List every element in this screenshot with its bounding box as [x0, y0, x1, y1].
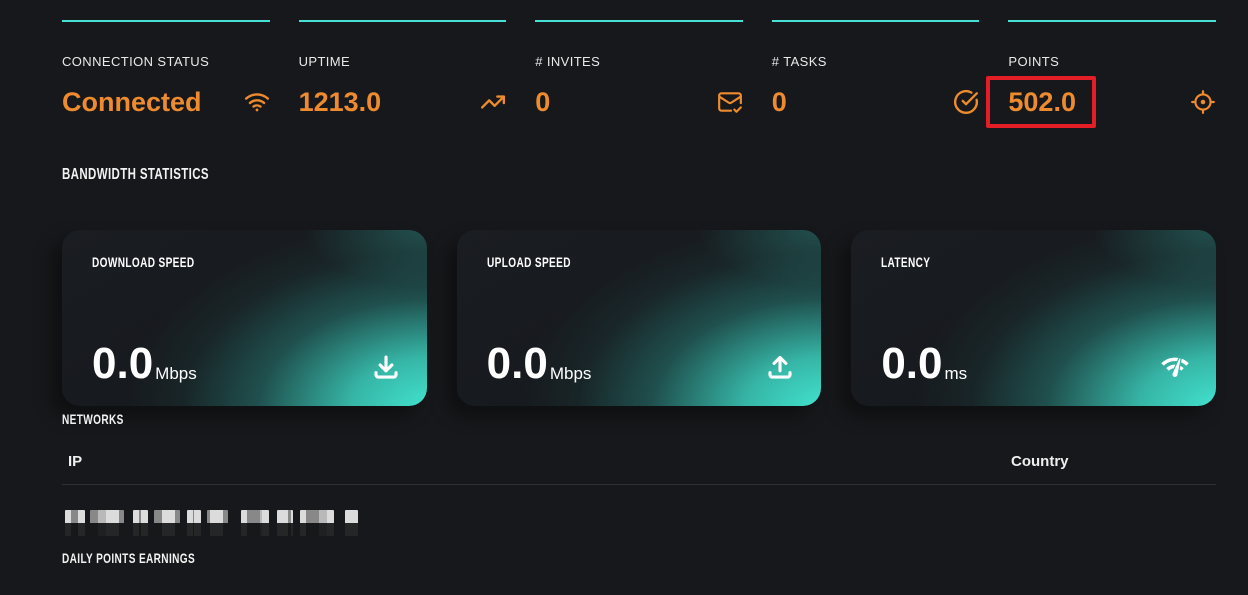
- stat-label: CONNECTION STATUS: [62, 54, 210, 69]
- network-gauge-icon: [1160, 352, 1190, 382]
- networks-section-heading: NETWORKS: [62, 411, 124, 427]
- stat-tasks: # TASKS 0: [771, 20, 980, 122]
- stat-connection-status: CONNECTION STATUS Connected: [62, 20, 270, 122]
- download-icon: [371, 352, 401, 382]
- connection-status-value: Connected: [62, 87, 202, 117]
- stats-row: CONNECTION STATUS Connected UPTIME 1213.…: [62, 20, 1216, 128]
- networks-table-header: IP Country: [62, 453, 1216, 485]
- daily-points-section-heading: DAILY POINTS EARNINGS: [62, 550, 196, 566]
- bandwidth-section-heading: BANDWIDTH STATISTICS: [62, 166, 209, 183]
- card-label: UPLOAD SPEED: [486, 254, 571, 270]
- unit-label: Mbps: [549, 364, 592, 383]
- highlight-box: 502.0: [986, 76, 1096, 128]
- networks-table: IP Country: [62, 453, 1216, 536]
- stat-label: UPTIME: [298, 54, 351, 69]
- uptime-value: 1213.0: [298, 87, 382, 117]
- points-value: 502.0: [1008, 87, 1076, 117]
- bandwidth-cards-row: DOWNLOAD SPEED 0.0 Mbps UPLOAD SPEED 0.0 M…: [62, 230, 1216, 406]
- download-speed-card: DOWNLOAD SPEED 0.0 Mbps: [62, 230, 427, 406]
- latency-card: LATENCY 0.0 ms: [851, 230, 1216, 406]
- trending-up-icon: [480, 89, 506, 115]
- dashboard-page: CONNECTION STATUS Connected UPTIME 1213.…: [0, 0, 1248, 595]
- stat-points: POINTS 502.0: [986, 20, 1216, 128]
- upload-speed-value: 0.0 Mbps: [486, 339, 592, 388]
- card-label: LATENCY: [881, 254, 931, 270]
- latency-value: 0.0 ms: [881, 339, 968, 388]
- wifi-icon: [244, 89, 270, 115]
- invites-value: 0: [535, 87, 551, 117]
- column-header-ip: IP: [68, 453, 83, 470]
- stat-label: # INVITES: [535, 54, 601, 69]
- network-table-row: [62, 510, 1216, 536]
- unit-label: Mbps: [155, 364, 197, 383]
- stat-label: # TASKS: [771, 54, 827, 69]
- stat-invites: # INVITES 0: [535, 20, 743, 122]
- column-header-country: Country: [1011, 453, 1069, 470]
- upload-speed-card: UPLOAD SPEED 0.0 Mbps: [456, 230, 822, 406]
- crosshair-icon: [1190, 89, 1216, 115]
- redacted-ip-value: [65, 510, 1216, 536]
- stat-label: POINTS: [1008, 54, 1060, 69]
- stat-uptime: UPTIME 1213.0: [298, 20, 507, 122]
- mail-check-icon: [717, 89, 743, 115]
- check-circle-icon: [953, 89, 979, 115]
- unit-label: ms: [944, 364, 968, 383]
- download-speed-value: 0.0 Mbps: [92, 339, 197, 388]
- upload-icon: [765, 352, 795, 382]
- card-label: DOWNLOAD SPEED: [92, 254, 195, 270]
- tasks-value: 0: [771, 87, 787, 117]
